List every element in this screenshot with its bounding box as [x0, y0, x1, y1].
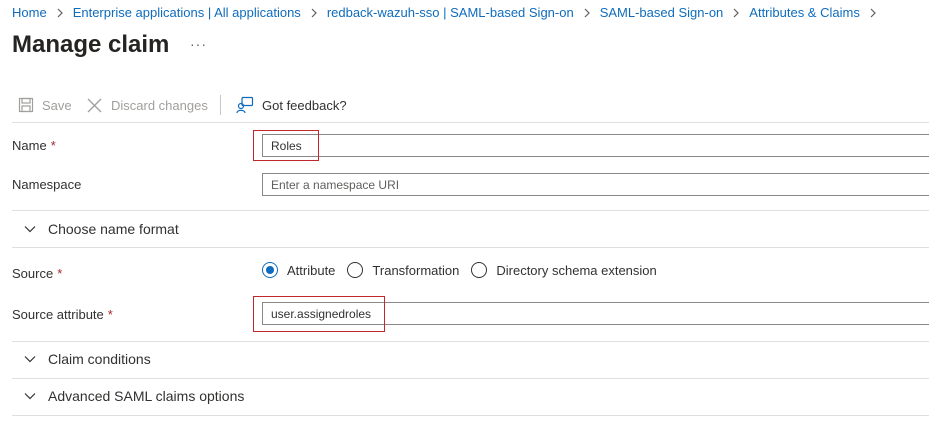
radio-unselected-icon: [347, 262, 364, 278]
breadcrumb: Home Enterprise applications | All applic…: [12, 5, 886, 21]
save-button[interactable]: Save: [18, 94, 72, 116]
name-label: Name *: [12, 138, 56, 153]
chevron-down-icon: [24, 226, 36, 233]
breadcrumb-attributes-claims[interactable]: Attributes & Claims: [749, 5, 860, 20]
namespace-label: Namespace: [12, 177, 82, 192]
source-label: Source *: [12, 266, 63, 281]
required-indicator: *: [107, 307, 113, 322]
chevron-down-icon: [24, 393, 36, 400]
divider: [12, 378, 929, 379]
breadcrumb-app-sso[interactable]: redback-wazuh-sso | SAML-based Sign-on: [327, 5, 574, 20]
radio-directory-schema-extension[interactable]: Directory schema extension: [471, 262, 657, 278]
radio-transformation-label: Transformation: [372, 262, 460, 278]
more-options-button[interactable]: ···: [190, 36, 207, 52]
choose-name-format-label: Choose name format: [48, 221, 179, 237]
chevron-right-icon: [574, 5, 600, 20]
required-indicator: *: [50, 138, 56, 153]
close-icon: [87, 98, 102, 112]
feedback-icon: [236, 96, 254, 114]
chevron-down-icon: [24, 356, 36, 363]
feedback-label: Got feedback?: [262, 97, 347, 113]
source-attribute-input[interactable]: [262, 302, 929, 325]
chevron-right-icon: [723, 5, 749, 20]
source-radio-group: Attribute Transformation Directory schem…: [262, 260, 669, 280]
divider: [12, 247, 929, 248]
advanced-saml-options-toggle[interactable]: Advanced SAML claims options: [12, 386, 244, 406]
breadcrumb-enterprise-applications[interactable]: Enterprise applications | All applicatio…: [73, 5, 301, 20]
divider: [12, 341, 929, 342]
radio-attribute[interactable]: Attribute: [262, 262, 335, 278]
toolbar-divider: [220, 95, 221, 115]
choose-name-format-toggle[interactable]: Choose name format: [12, 219, 179, 239]
chevron-right-icon: [47, 5, 73, 20]
feedback-button[interactable]: Got feedback?: [236, 94, 347, 116]
radio-transformation[interactable]: Transformation: [347, 262, 459, 278]
claim-conditions-toggle[interactable]: Claim conditions: [12, 349, 151, 369]
namespace-input[interactable]: [262, 173, 929, 196]
save-icon: [18, 97, 34, 113]
radio-directory-schema-extension-label: Directory schema extension: [496, 262, 657, 278]
chevron-right-icon: [860, 5, 886, 20]
breadcrumb-home[interactable]: Home: [12, 5, 47, 20]
advanced-saml-options-label: Advanced SAML claims options: [48, 388, 245, 404]
save-label: Save: [42, 97, 72, 113]
divider: [12, 415, 929, 416]
discard-changes-label: Discard changes: [111, 97, 208, 113]
divider: [12, 210, 929, 211]
source-attribute-label: Source attribute *: [12, 307, 113, 322]
discard-changes-button[interactable]: Discard changes: [86, 94, 208, 116]
radio-selected-icon: [262, 262, 278, 278]
radio-attribute-label: Attribute: [287, 262, 336, 278]
claim-conditions-label: Claim conditions: [48, 351, 151, 367]
chevron-right-icon: [301, 5, 327, 20]
divider: [12, 122, 929, 123]
name-input[interactable]: [262, 134, 929, 157]
radio-unselected-icon: [471, 262, 488, 278]
required-indicator: *: [57, 266, 63, 281]
breadcrumb-saml-sign-on[interactable]: SAML-based Sign-on: [600, 5, 724, 20]
page-title: Manage claim: [12, 31, 170, 58]
